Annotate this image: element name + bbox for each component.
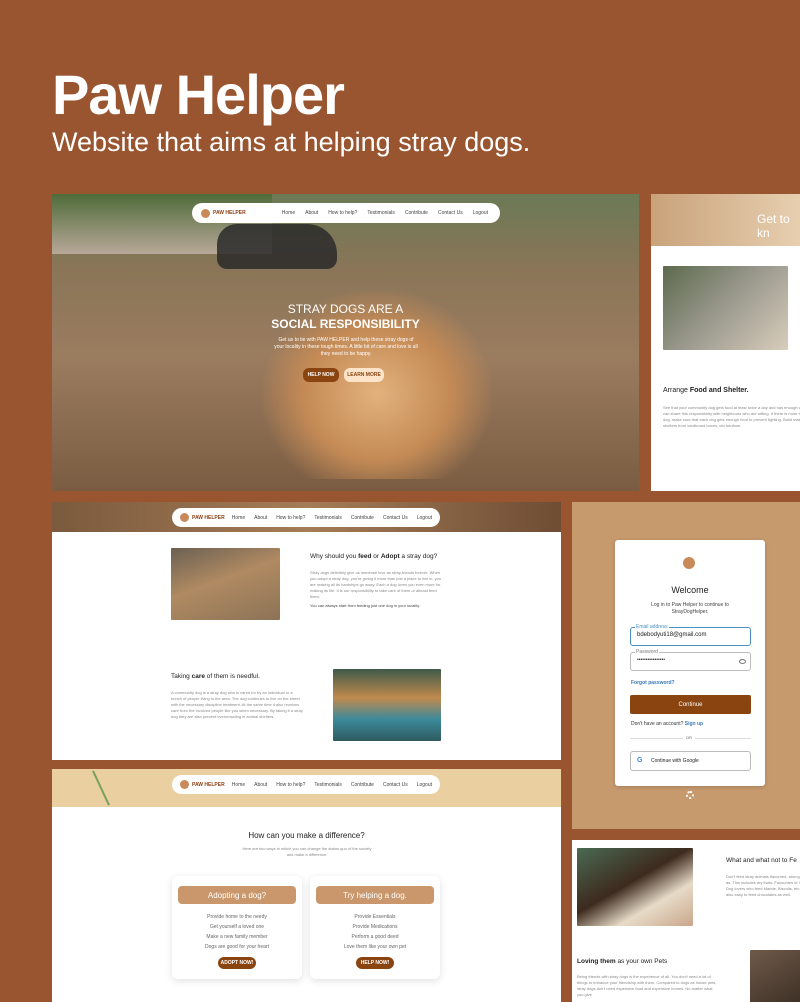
signup-row: Don't have an account? Sign up [631, 721, 704, 727]
nav-logout[interactable]: Logout [417, 782, 432, 788]
adopt-card-title: Adopting a dog? [178, 886, 296, 904]
care-heading: Taking care of them is needful. [171, 673, 260, 680]
nav-contact[interactable]: Contact Us [383, 515, 408, 521]
screenshot-what-to-feed: What and what not to Fe Don't feed stray… [572, 840, 800, 1002]
nav-about[interactable]: About [305, 210, 318, 216]
login-title: Welcome [671, 585, 709, 595]
list-item: Dogs are good for your heart [205, 944, 269, 950]
help-now-card-button[interactable]: HELP NOW! [356, 957, 394, 969]
nav-logout[interactable]: Logout [473, 210, 488, 216]
dog-on-ground-photo [171, 548, 280, 620]
section-text: See that your community dog gets food at… [663, 405, 800, 428]
nav-how-to-help[interactable]: How to help? [276, 782, 305, 788]
eye-icon[interactable] [739, 659, 746, 664]
gear-icon [686, 791, 694, 799]
nav-contribute[interactable]: Contribute [351, 782, 374, 788]
email-value: bdebodyuti18@gmail.com [637, 632, 707, 638]
list-item: Love them like your own pet [343, 944, 407, 950]
loving-heading: Loving them as your own Pets [577, 958, 668, 965]
dog-logo-icon [201, 208, 210, 218]
screenshot-landing: PAW HELPER Home About How to help? Testi… [52, 194, 639, 491]
dog-logo-icon [180, 780, 189, 789]
nav-how-to-help[interactable]: How to help? [328, 210, 357, 216]
adopt-now-button[interactable]: ADOPT NOW! [218, 957, 256, 969]
loving-text: Being friends with stray dogs is the exp… [577, 974, 717, 997]
nav-about[interactable]: About [254, 515, 267, 521]
email-field[interactable]: Email address bdebodyuti18@gmail.com [630, 624, 751, 646]
feed-text: Don't feed stray animals flavoured, stro… [726, 874, 800, 897]
screenshot-why-adopt: PAW HELPER Home About How to help? Testi… [52, 502, 561, 760]
brand-logo[interactable]: PAW HELPER [201, 208, 246, 218]
section-heading: Arrange Food and Shelter. [663, 387, 749, 394]
feed-heading: What and what not to Fe [726, 857, 797, 864]
password-field[interactable]: Password •••••••••••••••• [630, 649, 751, 671]
section-title: How can you make a difference? [248, 831, 365, 840]
nav-how-to-help[interactable]: How to help? [276, 515, 305, 521]
dog-on-bench-photo [333, 669, 441, 741]
nav-testimonials[interactable]: Testimonials [367, 210, 395, 216]
dog-with-treat-photo [577, 848, 693, 926]
list-item: Provide home to the needy [207, 914, 267, 920]
list-item: Provide Medications [352, 924, 398, 930]
brand-logo[interactable]: PAW HELPER [180, 780, 225, 789]
list-item: Get yourself a loved one [209, 924, 265, 930]
adopt-card-list: Provide home to the needy Get yourself a… [172, 912, 302, 952]
section-subtitle: Here are two ways in which you can chang… [242, 846, 372, 857]
page-subtitle: Website that aims at helping stray dogs. [52, 127, 531, 157]
scooter-image [217, 224, 337, 269]
help-now-button[interactable]: HELP NOW [303, 368, 339, 382]
nav-contribute[interactable]: Contribute [351, 515, 374, 521]
why-adopt-highlight: You can always start from feeding just o… [310, 603, 421, 608]
navbar: PAW HELPER Home About How to help? Testi… [192, 203, 500, 223]
dog-logo-icon [683, 557, 695, 569]
email-label: Email address [635, 624, 669, 630]
forgot-password-link[interactable]: Forgot password? [631, 680, 675, 686]
dog-portrait-photo [750, 950, 800, 1002]
list-item: Perform a good deed [351, 934, 399, 940]
help-card: Try helping a dog. Provide Essentials Pr… [310, 876, 440, 979]
nav-logout[interactable]: Logout [417, 515, 432, 521]
nav-home[interactable]: Home [232, 782, 245, 788]
learn-more-button[interactable]: LEARN MORE [344, 368, 384, 382]
banner-text: Get to kn [757, 212, 790, 240]
hero-headline-top: STRAY DOGS ARE A [287, 302, 404, 316]
help-card-list: Provide Essentials Provide Medications P… [310, 912, 440, 952]
or-text: OR [683, 735, 695, 740]
screenshot-food-shelter: Get to kn Arrange Food and Shelter. See … [651, 194, 800, 491]
nav-contact[interactable]: Contact Us [383, 782, 408, 788]
dog-logo-icon [180, 513, 189, 522]
nav-home[interactable]: Home [282, 210, 295, 216]
signup-link[interactable]: Sign up [685, 721, 703, 727]
navbar: PAW HELPER Home About How to help? Testi… [172, 775, 440, 794]
nav-about[interactable]: About [254, 782, 267, 788]
alley-dog-photo [663, 266, 788, 350]
nav-testimonials[interactable]: Testimonials [314, 782, 342, 788]
list-item: Make a new family member [206, 934, 268, 940]
screenshot-make-difference: PAW HELPER Home About How to help? Testi… [52, 769, 561, 1002]
why-adopt-heading: Why should you feed or Adopt a stray dog… [310, 553, 438, 560]
continue-button[interactable]: Continue [630, 695, 751, 714]
care-text: A community dog is a stray dog who is ca… [171, 690, 303, 719]
nav-testimonials[interactable]: Testimonials [314, 515, 342, 521]
login-subtitle: Log in to Paw Helper to continue to Stra… [651, 602, 729, 615]
brand-logo[interactable]: PAW HELPER [180, 513, 225, 522]
screenshot-login: Welcome Log in to Paw Helper to continue… [572, 502, 800, 829]
hero-body: Get us to tie with PAW HELPER and help t… [274, 337, 418, 357]
password-value: •••••••••••••••• [637, 657, 666, 663]
help-card-title: Try helping a dog. [316, 886, 434, 904]
navbar: PAW HELPER Home About How to help? Testi… [172, 508, 440, 527]
why-adopt-text: Stray dogs definitely give us immense lo… [310, 570, 442, 599]
list-item: Provide Essentials [354, 914, 396, 920]
adopt-card: Adopting a dog? Provide home to the need… [172, 876, 302, 979]
google-icon: G [637, 757, 643, 764]
password-label: Password [635, 649, 659, 655]
login-box: Welcome Log in to Paw Helper to continue… [615, 540, 765, 786]
nav-contact[interactable]: Contact Us [438, 210, 463, 216]
page-title: Paw Helper [52, 63, 345, 126]
nav-contribute[interactable]: Contribute [405, 210, 428, 216]
nav-home[interactable]: Home [232, 515, 245, 521]
hero-headline-bottom: SOCIAL RESPONSIBILITY [271, 317, 420, 331]
google-button[interactable]: G Continue with Google [630, 751, 751, 771]
